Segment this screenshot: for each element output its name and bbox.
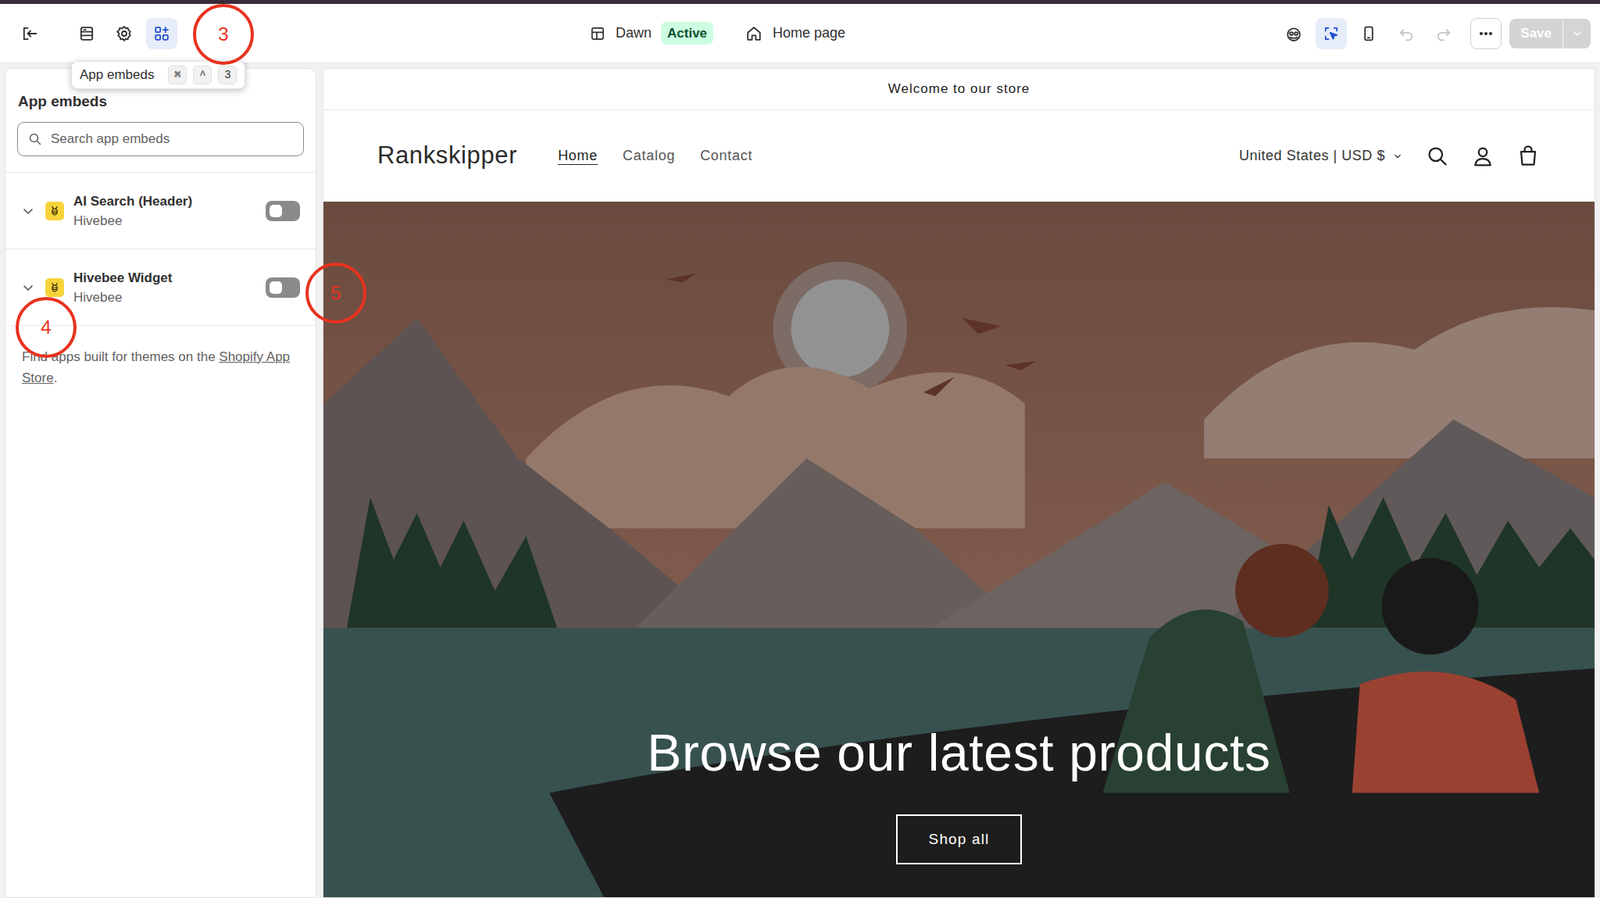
chevron-icon (20, 203, 36, 219)
shop-all-button[interactable]: Shop all (896, 814, 1023, 865)
theme-editor: Dawn Active Home page Save App embeds AI Sear… (0, 0, 1600, 898)
home-icon (744, 24, 764, 43)
save-group: Save (1509, 18, 1591, 49)
annotation-circle: 3 (192, 3, 254, 65)
right-tools: Save (1278, 17, 1600, 50)
save-dropdown[interactable] (1562, 18, 1591, 49)
embed-row: AI Search (Header)Hivebee (5, 172, 316, 250)
hero-heading: Browse our latest products (646, 721, 1272, 784)
theme-name[interactable]: Dawn (615, 22, 652, 44)
preview-icon (1284, 24, 1304, 43)
sections-icon (77, 24, 97, 43)
embed-app: Hivebee (73, 210, 266, 231)
chevron-icon (20, 279, 36, 296)
editor-main: App embedsAI Search (Header)HivebeeHiveb… (0, 63, 1600, 898)
footer-text: Find apps built for themes on the (21, 349, 219, 365)
nav-link[interactable]: Home (557, 145, 598, 167)
exit-button[interactable] (14, 17, 46, 50)
cart-icon (1516, 144, 1540, 168)
nav-link[interactable]: Catalog (622, 145, 675, 167)
store-preview: Welcome to our store Rankskipper Home Catal… (322, 67, 1596, 898)
mobile-icon (1359, 24, 1379, 43)
chevron-down-icon (1569, 25, 1586, 42)
undo-icon (1396, 24, 1416, 43)
save-button[interactable]: Save (1509, 18, 1563, 49)
expand-toggle[interactable] (19, 203, 37, 219)
more-button[interactable] (1470, 17, 1502, 50)
embed-name: AI Search (Header) (73, 191, 266, 211)
search-icon (1425, 144, 1450, 168)
search-wrap (5, 121, 316, 173)
embed-toggle[interactable] (265, 277, 300, 298)
more-icon (1476, 24, 1496, 43)
undo-button[interactable] (1390, 17, 1422, 50)
shortcut-key: 3 (217, 65, 237, 85)
inspector-button[interactable] (1315, 17, 1347, 50)
locale-text: United States | USD $ (1239, 145, 1386, 167)
theme-icon (589, 25, 607, 43)
toggle-knob (269, 204, 283, 218)
store-nav: Home Catalog Contact (557, 145, 753, 167)
embed-text: Hivebee WidgetHivebee (73, 267, 266, 308)
tool-group (71, 17, 178, 50)
preview-button[interactable] (1278, 17, 1310, 50)
page-selector[interactable]: Home page (772, 22, 846, 44)
theme-info: Dawn Active Home page (589, 21, 846, 46)
hero-banner: Browse our latest products Shop all (323, 201, 1595, 897)
announcement-bar: Welcome to our store (323, 68, 1595, 111)
tooltip-label: App embeds (79, 64, 154, 86)
annotation-circle: 5 (305, 262, 367, 324)
inspector-icon (1321, 24, 1341, 43)
annotation-number: 5 (330, 278, 341, 308)
toggle-knob (269, 281, 283, 294)
expand-toggle[interactable] (19, 279, 37, 296)
announcement-text: Welcome to our store (888, 78, 1031, 100)
store-header: Rankskipper Home Catalog Contact United Stat… (323, 110, 1595, 202)
gear-icon (114, 24, 134, 43)
tool-button[interactable] (146, 17, 178, 50)
hivebee-logo (45, 278, 65, 297)
locale-selector[interactable]: United States | USD $ (1239, 145, 1404, 167)
bee-icon (48, 204, 61, 218)
account-icon (1471, 144, 1495, 168)
embed-app: Hivebee (73, 287, 266, 308)
annotation-number: 3 (217, 20, 229, 49)
top-bar: Dawn Active Home page Save (0, 3, 1600, 64)
tooltip: App embeds ⌘^3 (71, 60, 246, 90)
embed-toggle[interactable] (265, 200, 300, 222)
status-badge: Active (660, 21, 714, 46)
panel-footer: Find apps built for themes on the Shopif… (5, 325, 316, 389)
search-input[interactable] (50, 128, 294, 150)
exit-icon (20, 24, 40, 43)
hero-image (323, 201, 1595, 897)
chevron-down-icon (1391, 150, 1404, 163)
footer-end: . (53, 370, 58, 386)
app-embeds-panel: App embedsAI Search (Header)HivebeeHiveb… (4, 67, 317, 898)
tool-button[interactable] (108, 17, 140, 50)
shortcut-key: ^ (192, 65, 212, 85)
nav-link[interactable]: Contact (700, 145, 753, 167)
mobile-button[interactable] (1353, 17, 1385, 50)
redo-icon (1434, 24, 1454, 43)
hivebee-logo (45, 201, 65, 221)
left-tools (0, 17, 590, 50)
redo-button[interactable] (1428, 17, 1460, 50)
embed-name: Hivebee Widget (73, 267, 266, 288)
embed-text: AI Search (Header)Hivebee (73, 191, 266, 231)
search-icon (27, 131, 43, 147)
search-field (17, 121, 304, 157)
store-logo[interactable]: Rankskipper (377, 137, 518, 175)
shortcut-key: ⌘ (167, 65, 187, 85)
embed-row: Hivebee WidgetHivebee (5, 249, 316, 326)
tool-button[interactable] (71, 17, 103, 50)
app-embeds-icon (152, 24, 172, 43)
annotation-number: 4 (40, 313, 51, 342)
panel-title: App embeds (17, 92, 304, 111)
annotation-circle: 4 (15, 296, 77, 358)
header-actions: United States | USD $ (1239, 144, 1540, 168)
bee-icon (48, 281, 61, 294)
